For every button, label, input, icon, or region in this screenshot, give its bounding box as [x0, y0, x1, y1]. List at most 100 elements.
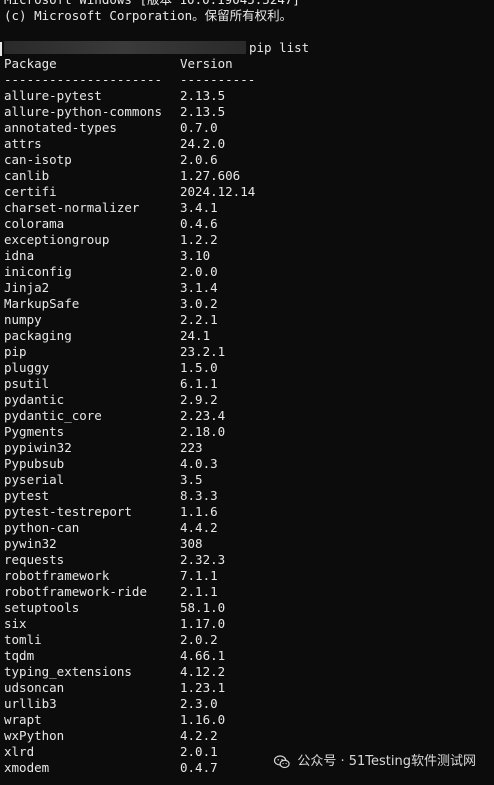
package-name: robotframework-ride — [4, 584, 147, 599]
windows-version-line: Microsoft Windows [版本 10.0.19045.5247] — [4, 0, 300, 8]
package-name: pydantic_core — [4, 408, 102, 423]
package-version: 2.18.0 — [180, 424, 226, 439]
console-window[interactable]: Microsoft Windows [版本 10.0.19045.5247] (… — [0, 0, 494, 785]
package-name: Pypubsub — [4, 456, 65, 471]
package-version: 2.3.0 — [180, 696, 218, 711]
package-name: iniconfig — [4, 264, 72, 279]
table-row: pluggy 1.5.0 — [4, 360, 484, 376]
table-row: python-can 4.4.2 — [4, 520, 484, 536]
table-row: iniconfig 2.0.0 — [4, 264, 484, 280]
package-version: 1.23.1 — [180, 680, 226, 695]
package-version: 2.2.1 — [180, 312, 218, 327]
package-version: 3.1.4 — [180, 280, 218, 295]
package-version: 4.4.2 — [180, 520, 218, 535]
package-name: wrapt — [4, 712, 42, 727]
package-separator: --------------------- — [4, 72, 163, 87]
package-version: 4.0.3 — [180, 456, 218, 471]
package-version: 7.1.1 — [180, 568, 218, 583]
version-column-header: Version — [180, 56, 233, 71]
text-cursor — [0, 42, 2, 56]
package-version: 3.0.2 — [180, 296, 218, 311]
package-version: 2.9.2 — [180, 392, 218, 407]
package-name: attrs — [4, 136, 42, 151]
package-version: 2024.12.14 — [180, 184, 256, 199]
package-version: 4.66.1 — [180, 648, 226, 663]
table-row: tomli 2.0.2 — [4, 632, 484, 648]
table-row: attrs 24.2.0 — [4, 136, 484, 152]
package-name: can-isotp — [4, 152, 72, 167]
package-name: psutil — [4, 376, 50, 391]
table-row: pydantic 2.9.2 — [4, 392, 484, 408]
package-version: 4.12.2 — [180, 664, 226, 679]
package-name: exceptiongroup — [4, 232, 110, 247]
table-row: idna 3.10 — [4, 248, 484, 264]
table-row: requests 2.32.3 — [4, 552, 484, 568]
package-version: 24.1 — [180, 328, 211, 343]
header-row: Package Version — [4, 56, 484, 72]
table-row: urllib3 2.3.0 — [4, 696, 484, 712]
package-name: pluggy — [4, 360, 50, 375]
package-name: packaging — [4, 328, 72, 343]
table-row: can-isotp 2.0.6 — [4, 152, 484, 168]
table-row: Pypubsub 4.0.3 — [4, 456, 484, 472]
package-version: 2.32.3 — [180, 552, 226, 567]
table-row: wxPython 4.2.2 — [4, 728, 484, 744]
package-name: allure-pytest — [4, 88, 102, 103]
table-row: allure-python-commons 2.13.5 — [4, 104, 484, 120]
package-name: charset-normalizer — [4, 200, 140, 215]
table-row: allure-pytest 2.13.5 — [4, 88, 484, 104]
package-version: 8.3.3 — [180, 488, 218, 503]
package-version: 0.7.0 — [180, 120, 218, 135]
table-row: robotframework 7.1.1 — [4, 568, 484, 584]
table-row: udsoncan 1.23.1 — [4, 680, 484, 696]
package-version: 0.4.6 — [180, 216, 218, 231]
watermark-text: 公众号 · 51Testing软件测试网 — [297, 754, 476, 769]
package-version: 1.5.0 — [180, 360, 218, 375]
package-version: 58.1.0 — [180, 600, 226, 615]
table-row: pytest-testreport 1.1.6 — [4, 504, 484, 520]
table-row: pypiwin32 223 — [4, 440, 484, 456]
package-name: setuptools — [4, 600, 80, 615]
table-row: MarkupSafe 3.0.2 — [4, 296, 484, 312]
package-version: 2.13.5 — [180, 104, 226, 119]
package-version: 3.10 — [180, 248, 211, 263]
package-version: 3.5 — [180, 472, 203, 487]
package-name: pydantic — [4, 392, 65, 407]
package-name: tqdm — [4, 648, 35, 663]
package-name: xlrd — [4, 744, 35, 759]
table-row: typing_extensions 4.12.2 — [4, 664, 484, 680]
table-row: annotated-types 0.7.0 — [4, 120, 484, 136]
package-version: 2.13.5 — [180, 88, 226, 103]
package-name: allure-python-commons — [4, 104, 163, 119]
package-version: 2.0.0 — [180, 264, 218, 279]
table-row: charset-normalizer 3.4.1 — [4, 200, 484, 216]
package-name: idna — [4, 248, 35, 263]
package-column-header: Package — [4, 56, 57, 71]
package-list: allure-pytest 2.13.5 allure-python-commons… — [4, 88, 484, 776]
package-version: 3.4.1 — [180, 200, 218, 215]
package-version: 1.1.6 — [180, 504, 218, 519]
package-name: numpy — [4, 312, 42, 327]
table-row: setuptools 58.1.0 — [4, 600, 484, 616]
package-name: MarkupSafe — [4, 296, 80, 311]
package-name: six — [4, 616, 27, 631]
package-version: 6.1.1 — [180, 376, 218, 391]
package-name: python-can — [4, 520, 80, 535]
package-name: wxPython — [4, 728, 65, 743]
package-version: 1.17.0 — [180, 616, 226, 631]
table-row: pyserial 3.5 — [4, 472, 484, 488]
table-row: exceptiongroup 1.2.2 — [4, 232, 484, 248]
package-version: 1.2.2 — [180, 232, 218, 247]
package-name: requests — [4, 552, 65, 567]
table-row: pip 23.2.1 — [4, 344, 484, 360]
table-row: pywin32 308 — [4, 536, 484, 552]
package-version: 4.2.2 — [180, 728, 218, 743]
package-name: Pygments — [4, 424, 65, 439]
table-row: pytest 8.3.3 — [4, 488, 484, 504]
table-row: canlib 1.27.606 — [4, 168, 484, 184]
package-name: xmodem — [4, 760, 50, 775]
table-row: certifi 2024.12.14 — [4, 184, 484, 200]
package-name: pytest-testreport — [4, 504, 132, 519]
package-name: udsoncan — [4, 680, 65, 695]
package-name: pypiwin32 — [4, 440, 72, 455]
